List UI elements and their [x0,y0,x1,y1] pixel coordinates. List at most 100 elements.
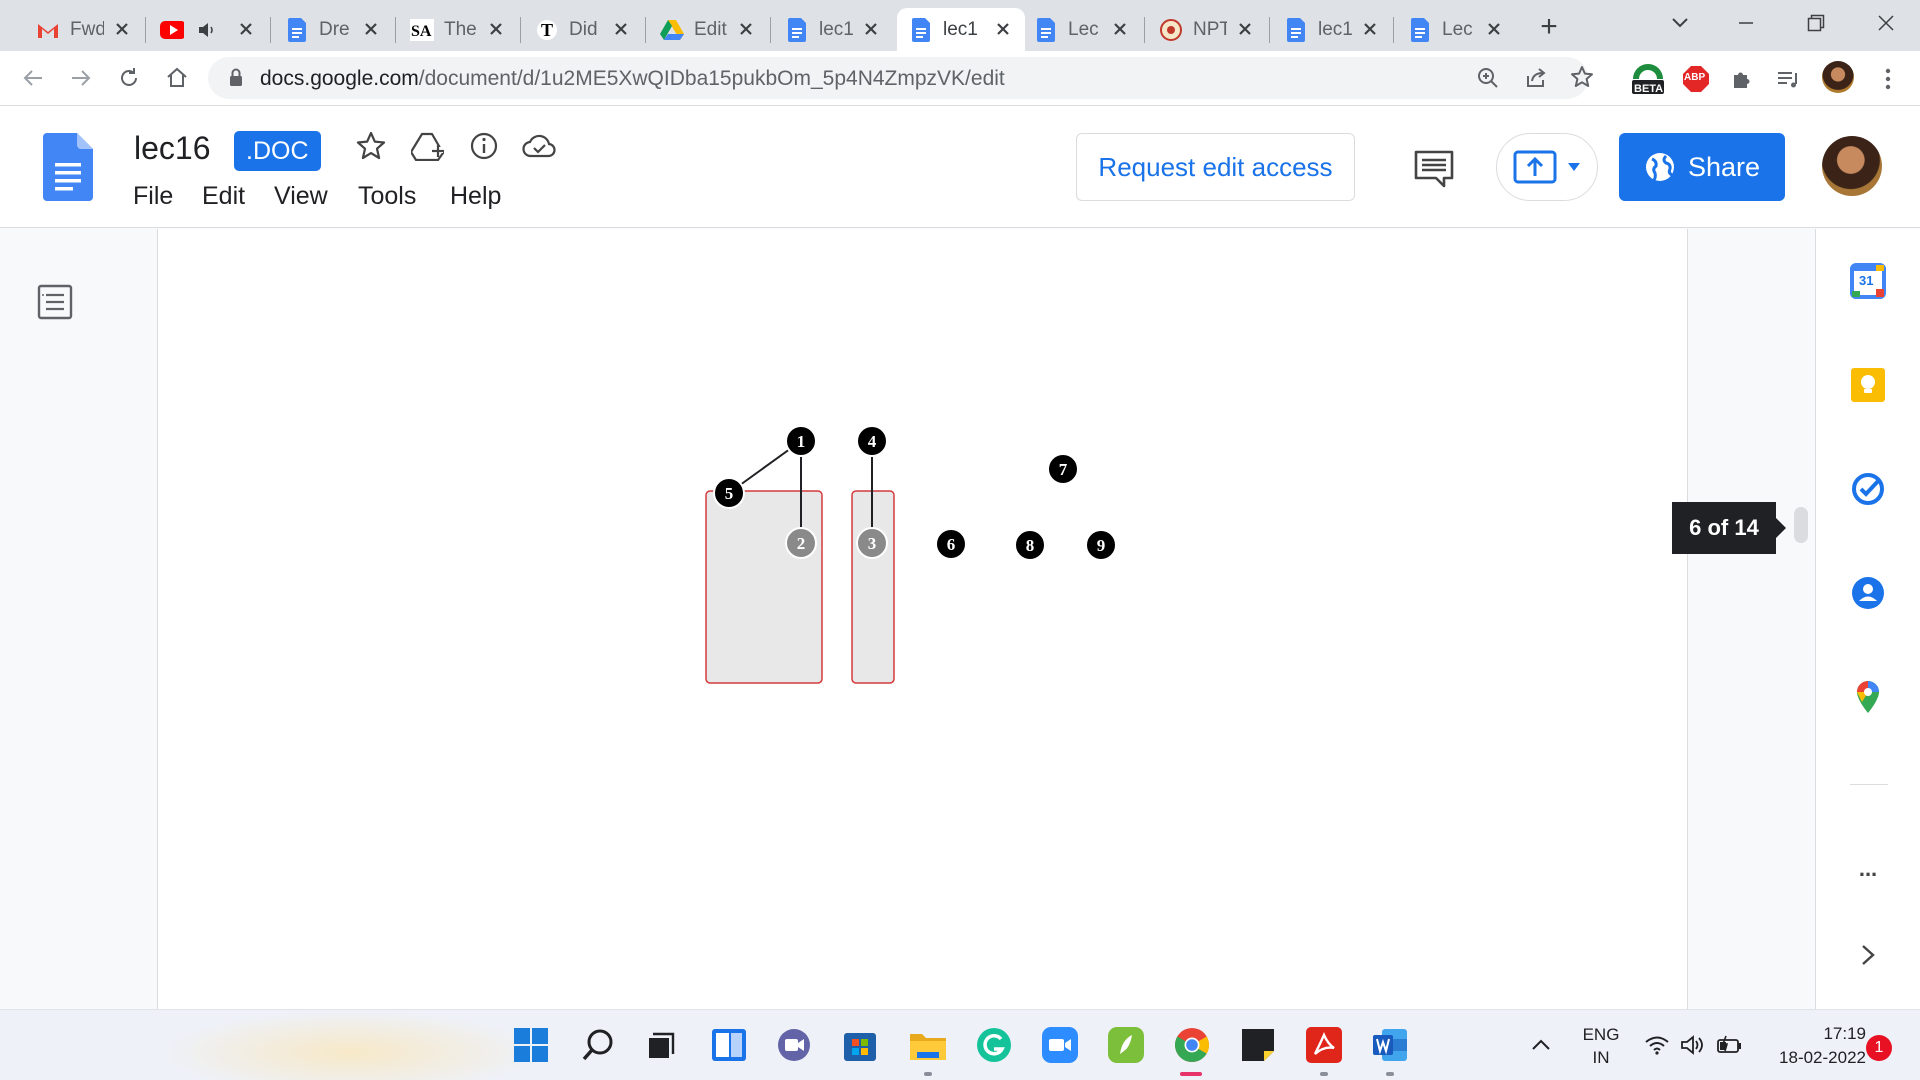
close-tab-icon[interactable] [991,17,1015,41]
close-tab-icon[interactable] [359,17,383,41]
more-apps-icon[interactable]: ... [1848,849,1888,889]
close-tab-icon[interactable] [1233,17,1257,41]
battery-icon[interactable] [1712,1023,1746,1067]
zoom-app-icon[interactable] [1038,1023,1082,1067]
browser-tab[interactable] [148,8,268,51]
docs-logo-icon[interactable] [43,133,93,201]
close-tab-icon[interactable] [859,17,883,41]
start-button-icon[interactable] [509,1023,553,1067]
contacts-icon[interactable] [1848,573,1888,613]
document-page[interactable]: 1 2 3 4 5 6 7 8 9 [157,229,1688,1009]
menu-file[interactable]: File [133,182,173,211]
tab-separator [520,17,521,43]
request-edit-access-button[interactable]: Request edit access [1076,133,1355,201]
url-text[interactable]: docs.google.com/document/d/1u2ME5XwQIDba… [260,67,1005,91]
keep-icon[interactable] [1848,365,1888,405]
forward-icon[interactable] [65,62,97,94]
document-outline-icon[interactable] [36,283,74,321]
share-button[interactable]: Share [1619,133,1785,201]
sticky-notes-icon[interactable] [1236,1023,1280,1067]
browser-tab[interactable]: Dre [273,8,393,51]
file-explorer-icon[interactable] [906,1023,950,1067]
menu-edit[interactable]: Edit [202,182,245,211]
adblock-icon[interactable]: ABP [1680,63,1712,95]
tab-audio-icon[interactable] [198,22,216,38]
show-hidden-icons-chevron[interactable] [1526,1023,1556,1067]
grammarly-icon[interactable] [972,1023,1016,1067]
document-details-icon[interactable] [466,128,502,164]
profile-avatar-small[interactable] [1822,61,1854,93]
teams-chat-icon[interactable] [772,1023,816,1067]
browser-tab[interactable]: lec1 [897,8,1025,51]
tasks-icon[interactable] [1848,469,1888,509]
star-icon[interactable] [353,128,389,164]
reading-list-icon[interactable] [1772,63,1804,95]
reload-icon[interactable] [113,62,145,94]
task-view-icon[interactable] [638,1023,682,1067]
present-dropdown-icon[interactable] [1567,162,1581,172]
page-indicator: 6 of 14 [1672,502,1786,554]
menu-tools[interactable]: Tools [358,182,416,211]
comment-history-icon[interactable] [1412,146,1456,190]
volume-icon[interactable] [1676,1023,1710,1067]
close-window-button[interactable] [1866,8,1906,38]
notification-count-badge[interactable]: 1 [1866,1035,1892,1061]
tab-search-icon[interactable] [1660,8,1700,38]
browser-tab[interactable]: lec1 [1272,8,1392,51]
chrome-menu-icon[interactable] [1872,63,1904,95]
word-icon[interactable] [1368,1023,1412,1067]
close-tab-icon[interactable] [1482,17,1506,41]
browser-tab[interactable]: lec1 [773,8,893,51]
calendar-icon[interactable]: 31 [1848,261,1888,301]
acrobat-icon[interactable] [1302,1023,1346,1067]
region-indicator[interactable]: IN [1578,1048,1624,1068]
back-icon[interactable] [17,62,49,94]
expand-panel-icon[interactable] [1848,935,1888,975]
share-page-icon[interactable] [1524,66,1548,90]
green-app-icon[interactable] [1104,1023,1148,1067]
browser-tab[interactable]: Edit [648,8,768,51]
present-button[interactable] [1496,133,1598,201]
cloud-saved-icon[interactable] [521,128,557,164]
maps-icon[interactable] [1848,677,1888,717]
scrollbar-thumb[interactable] [1794,507,1808,543]
search-icon[interactable] [576,1023,620,1067]
move-to-drive-icon[interactable] [410,128,446,164]
browser-tab[interactable]: SA The [398,8,518,51]
restore-button[interactable] [1796,8,1836,38]
browser-tab[interactable]: Lec [1022,8,1142,51]
language-indicator[interactable]: ENG [1578,1025,1624,1045]
address-bar[interactable]: docs.google.com/document/d/1u2ME5XwQIDba… [208,57,1593,99]
menu-help[interactable]: Help [450,182,501,211]
browser-tab[interactable]: T Did [523,8,643,51]
browser-tab[interactable]: Lec [1396,8,1516,51]
new-tab-button[interactable]: + [1534,12,1564,42]
tab-separator [270,17,271,43]
minimize-button[interactable] [1726,8,1766,38]
home-icon[interactable] [161,62,193,94]
close-tab-icon[interactable] [609,17,633,41]
clock-time[interactable]: 17:19 [1756,1024,1866,1044]
close-tab-icon[interactable] [1358,17,1382,41]
zoom-icon[interactable] [1476,66,1500,90]
widgets-icon[interactable] [707,1023,751,1067]
close-tab-icon[interactable] [734,17,758,41]
browser-tab[interactable]: Fwd [24,8,144,51]
bookmark-star-icon[interactable] [1570,65,1594,89]
chrome-icon[interactable] [1170,1023,1214,1067]
clock-date[interactable]: 18-02-2022 [1756,1048,1866,1068]
graph-node-label: 2 [797,534,806,553]
browser-tab[interactable]: NPT [1147,8,1267,51]
close-tab-icon[interactable] [234,17,258,41]
extensions-puzzle-icon[interactable] [1726,63,1758,95]
microsoft-store-icon[interactable] [838,1023,882,1067]
close-tab-icon[interactable] [1108,17,1132,41]
document-title[interactable]: lec16 [134,130,211,167]
menu-view[interactable]: View [274,182,328,211]
wifi-icon[interactable] [1640,1023,1674,1067]
close-tab-icon[interactable] [110,17,134,41]
beta-extension-icon[interactable]: BETA [1630,59,1666,99]
close-tab-icon[interactable] [484,17,508,41]
lock-icon[interactable] [228,67,244,87]
account-avatar[interactable] [1822,136,1882,196]
